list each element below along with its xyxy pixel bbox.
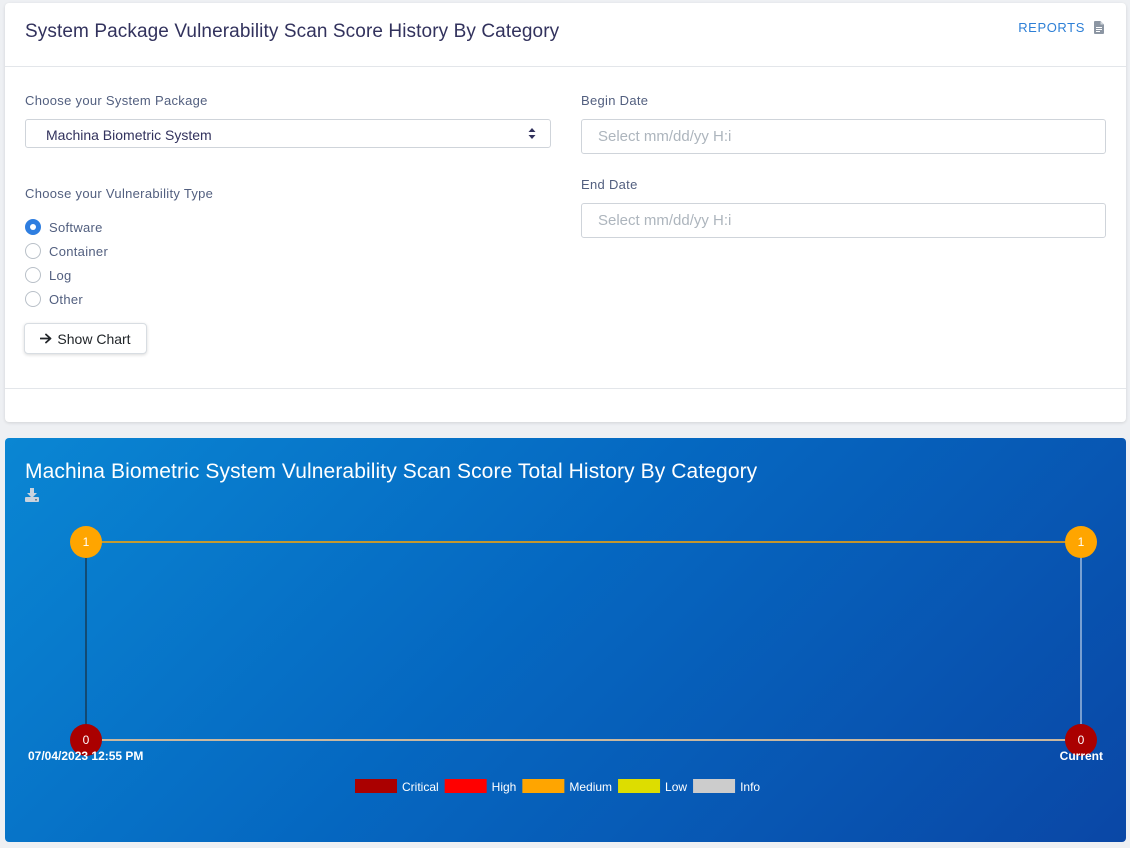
arrow-right-icon [40,333,52,344]
document-icon [1094,21,1104,34]
sort-caret-icon [528,128,536,139]
legend-swatch-high [444,779,487,793]
legend-swatch-critical [355,779,397,793]
radio-software-label: Software [49,219,103,235]
chart-card: Machina Biometric System Vulnerability S… [5,438,1126,842]
radio-other[interactable]: Other [25,287,108,311]
legend-label-critical: Critical [402,780,439,794]
scan-score-line-chart: 0 0 1 1 07/04/2023 12:55 PM Current Critical Hi… [28,526,1103,794]
end-date-input[interactable] [581,203,1106,238]
x-tick-label: 07/04/2023 12:55 PM [28,749,143,763]
begin-date-input[interactable] [581,119,1106,154]
radio-other-label: Other [49,291,84,307]
vuln-type-label: Choose your Vulnerability Type [25,186,214,201]
reports-label: REPORTS [1018,20,1085,35]
system-package-select[interactable]: Machina Biometric System [25,119,551,148]
radio-other-circle[interactable] [25,291,41,307]
radio-container-circle[interactable] [25,243,41,259]
legend-label-low: Low [665,780,687,794]
x-tick-label: Current [1060,749,1103,763]
card-divider [5,388,1126,389]
data-label-critical: 0 [1078,733,1085,747]
page-title: System Package Vulnerability Scan Score … [25,21,560,42]
radio-software-circle[interactable] [25,219,41,235]
radio-log-label: Log [49,267,72,283]
data-label-critical: 0 [83,733,90,747]
filter-card: System Package Vulnerability Scan Score … [5,3,1126,422]
legend-swatch-info [693,779,736,793]
data-label-medium: 1 [1078,535,1085,549]
radio-container-label: Container [49,243,109,259]
data-label-medium: 1 [83,535,90,549]
legend-swatch-low [618,779,661,793]
show-chart-button[interactable]: Show Chart [24,323,147,354]
system-package-selected: Machina Biometric System [46,127,212,143]
card-header: System Package Vulnerability Scan Score … [5,3,1126,67]
radio-log[interactable]: Log [25,263,108,287]
end-date-label: End Date [581,177,638,192]
legend-label-info: Info [740,780,760,794]
legend-swatch-medium [522,779,565,793]
radio-software[interactable]: Software [25,215,108,239]
legend-label-high: High [492,780,517,794]
vuln-type-radio-group: Software Container Log Other [25,215,108,311]
radio-log-circle[interactable] [25,267,41,283]
begin-date-label: Begin Date [581,93,649,108]
legend-label-medium: Medium [569,780,612,794]
show-chart-label: Show Chart [57,330,131,347]
radio-container[interactable]: Container [25,239,108,263]
reports-link[interactable]: REPORTS [1018,20,1104,35]
package-label: Choose your System Package [25,93,208,108]
